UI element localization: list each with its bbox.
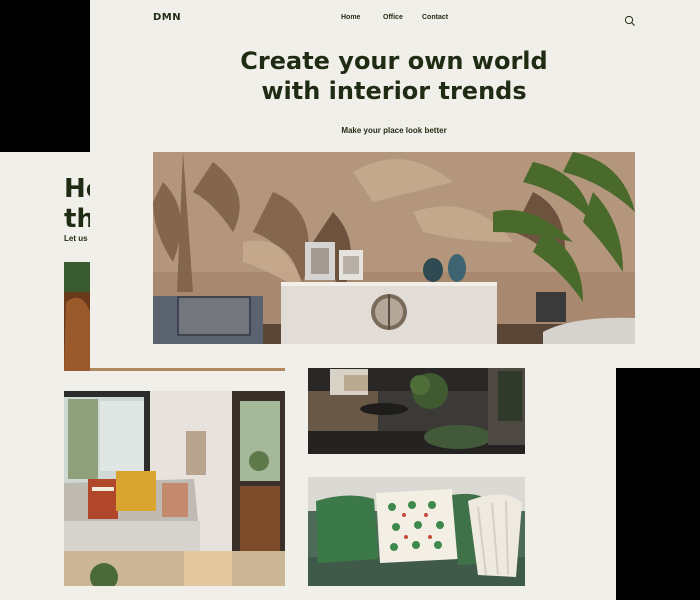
hero-subtitle: Make your place look better: [341, 126, 447, 135]
photo-dark-room[interactable]: [308, 361, 525, 454]
backdrop-left: [0, 0, 90, 152]
hero-image: [153, 152, 635, 344]
photo-living-room[interactable]: [64, 391, 285, 586]
nav-office[interactable]: Office: [383, 14, 403, 21]
hero-title: Create your own world with interior tren…: [240, 47, 548, 105]
nav-home[interactable]: Home: [341, 14, 360, 21]
brand-logo[interactable]: DMN: [153, 12, 181, 23]
photo-green-sofa[interactable]: [308, 477, 525, 586]
backdrop-right: [616, 368, 700, 600]
back-page-subtitle: Let us: [64, 234, 88, 243]
nav-contact[interactable]: Contact: [422, 14, 448, 21]
search-icon[interactable]: [624, 14, 636, 26]
